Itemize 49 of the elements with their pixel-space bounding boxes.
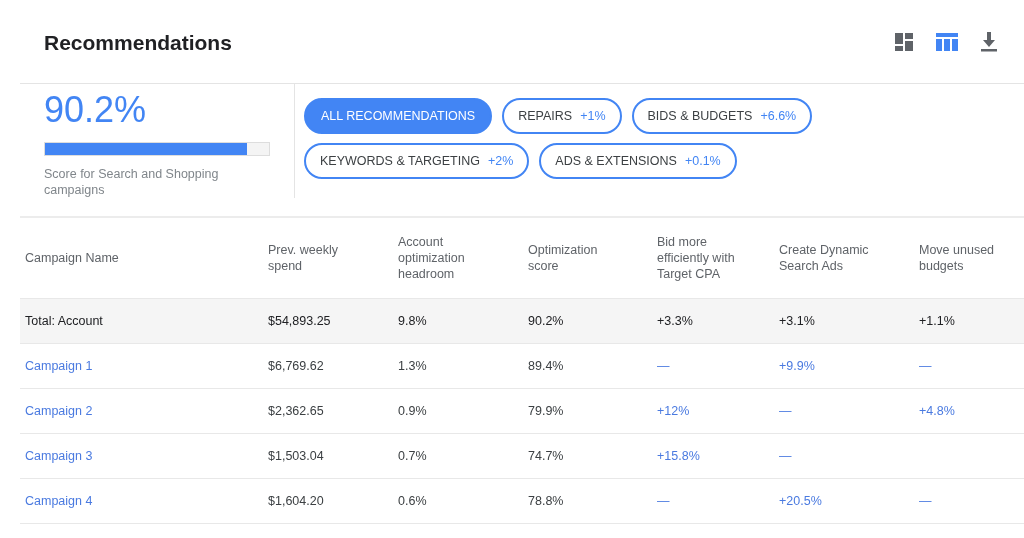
filter-chip[interactable]: ALL RECOMMENDATIONS: [304, 98, 493, 134]
table-cell: $1,604.20: [263, 478, 393, 523]
table-cell: +4.8%: [914, 388, 1024, 433]
table-cell: +3.3%: [652, 298, 774, 343]
campaign-link[interactable]: Campaign 3: [20, 433, 263, 478]
filter-chip[interactable]: BIDS & BUDGETS +6.6%: [631, 98, 813, 134]
filter-chip[interactable]: REPAIRS +1%: [502, 98, 622, 134]
table-cell: +20.5%: [774, 478, 914, 523]
filter-chip[interactable]: KEYWORDS & TARGETING +2%: [304, 143, 530, 179]
table-cell: $2,362.65: [263, 388, 393, 433]
column-header: Create Dynamic Search Ads: [774, 218, 914, 298]
table-cell: —: [652, 343, 774, 388]
table-cell: 9.8%: [393, 298, 523, 343]
table-cell: —: [774, 388, 914, 433]
table-cell: 89.4%: [523, 343, 652, 388]
column-header: Account optimization headroom: [393, 218, 523, 298]
page-title: Recommendations: [44, 29, 232, 55]
table-cell: 0.7%: [393, 433, 523, 478]
table-cell: —: [774, 433, 914, 478]
column-header: Optimization score: [523, 218, 652, 298]
table-cell: +9.9%: [774, 343, 914, 388]
table-cell: 1.3%: [393, 343, 523, 388]
table-cell: +15.8%: [652, 433, 774, 478]
table-cell: +3.1%: [774, 298, 914, 343]
table-cell: +12%: [652, 388, 774, 433]
table-cell: 0.6%: [393, 478, 523, 523]
filter-chip[interactable]: ADS & EXTENSIONS +0.1%: [539, 143, 737, 179]
campaign-link[interactable]: Campaign 1: [20, 343, 263, 388]
table-cell: —: [914, 478, 1024, 523]
column-header: Prev. weekly spend: [263, 218, 393, 298]
table-cell: Total: Account: [20, 298, 263, 343]
table-cell: 0.9%: [393, 388, 523, 433]
campaign-link[interactable]: Campaign 2: [20, 388, 263, 433]
table-cell: $1,503.04: [263, 433, 393, 478]
score-value: 90.2%: [44, 90, 148, 130]
table-cell: —: [914, 343, 1024, 388]
campaign-link[interactable]: Campaign 4: [20, 478, 263, 523]
table-cell: $6,769.62: [263, 343, 393, 388]
score-caption: Score for Search and Shopping campaigns: [44, 166, 220, 198]
table-cell: $54,893.25: [263, 298, 393, 343]
table-cell: —: [652, 478, 774, 523]
table-cell: 78.8%: [523, 478, 652, 523]
table-cell: +1.1%: [914, 298, 1024, 343]
column-header: Campaign Name: [20, 218, 263, 298]
table-cell: 79.9%: [523, 388, 652, 433]
column-header: Bid more efficiently with Target CPA: [652, 218, 774, 298]
column-header: Move unused budgets: [914, 218, 1024, 298]
table-cell: 74.7%: [523, 433, 652, 478]
table-cell: 90.2%: [523, 298, 652, 343]
